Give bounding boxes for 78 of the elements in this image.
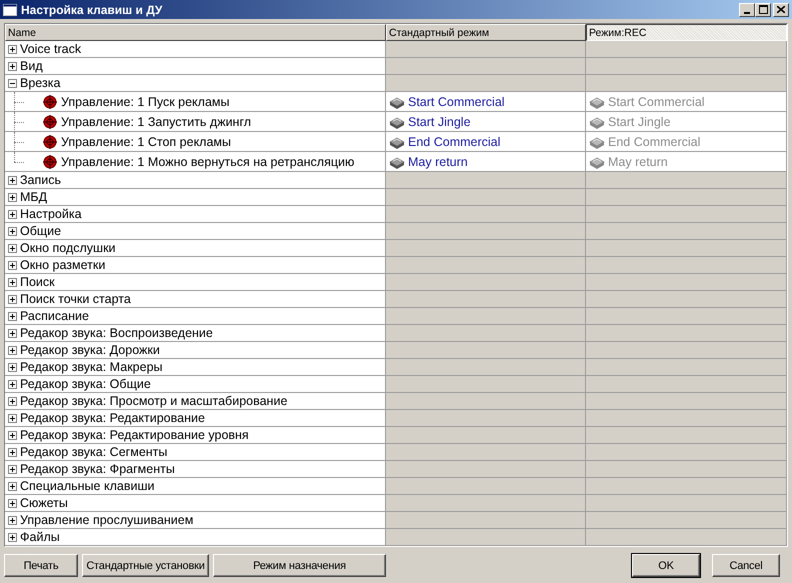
tree-item[interactable]: Voice track (20, 42, 82, 56)
expand-icon[interactable] (8, 380, 17, 388)
tree-item[interactable]: Окно подслушки (20, 241, 116, 255)
tree-item[interactable]: МБД (20, 190, 48, 204)
expand-icon[interactable] (8, 260, 17, 270)
expand-icon[interactable] (8, 448, 17, 456)
expand-icon[interactable] (8, 294, 17, 304)
key-assignment[interactable]: Start Commercial (408, 94, 505, 108)
tree-item[interactable]: Редакор звука: Просмотр и масштабирование (20, 394, 288, 408)
expand-icon[interactable] (8, 62, 17, 70)
maximize-button[interactable] (755, 2, 771, 16)
expand-icon[interactable] (8, 498, 17, 508)
collapse-icon[interactable] (8, 78, 17, 88)
expand-icon[interactable] (8, 278, 17, 286)
key-assignment[interactable]: Start Jingle (408, 114, 471, 128)
expand-icon[interactable] (8, 362, 17, 372)
expand-icon[interactable] (8, 532, 17, 542)
window-icon (3, 4, 17, 16)
expand-icon[interactable] (8, 346, 17, 354)
expand-icon[interactable] (8, 328, 17, 338)
tree-item[interactable]: Управление: 1 Стоп рекламы (61, 134, 232, 148)
tree-item[interactable]: Редакор звука: Фрагменты (20, 462, 175, 476)
close-button[interactable] (773, 2, 789, 16)
dialog-button[interactable]: Стандартные установки (82, 554, 209, 577)
expand-icon[interactable] (8, 210, 17, 218)
column-header[interactable]: Name (5, 24, 386, 41)
expand-icon[interactable] (8, 244, 17, 252)
tree-item[interactable]: Редакор звука: Общие (20, 377, 151, 391)
tree-item[interactable]: Редакор звука: Редактирование уровня (20, 428, 249, 442)
tree-item[interactable]: Управление: 1 Запустить джингл (61, 114, 252, 128)
tree-item[interactable]: Редакор звука: Редактирование (20, 411, 205, 425)
tree-item[interactable]: Редакор звука: Воспроизведение (20, 326, 213, 340)
tree-item[interactable]: Управление: 1 Пуск рекламы (61, 94, 230, 108)
tree-item[interactable]: Настройка (20, 207, 82, 221)
column-header[interactable]: Режим:REC (586, 24, 787, 41)
target-icon (43, 134, 57, 148)
maximize-icon (758, 5, 768, 14)
tree-item[interactable]: Сюжеты (20, 496, 68, 510)
target-icon (43, 94, 57, 108)
tree-item[interactable]: Общие (20, 224, 62, 238)
tree-item[interactable]: Запись (20, 173, 62, 187)
expand-icon[interactable] (8, 226, 17, 236)
tree-item[interactable]: Редакор звука: Макреры (20, 360, 162, 374)
key-assignment[interactable]: End Commercial (408, 134, 500, 148)
target-icon (43, 114, 57, 128)
target-icon (43, 154, 57, 168)
tree-item[interactable]: Специальные клавиши (20, 479, 154, 493)
window-title: Настройка клавиш и ДУ (21, 2, 164, 16)
minimize-button[interactable] (739, 2, 755, 16)
expand-icon[interactable] (8, 516, 17, 524)
tree-item[interactable]: Редакор звука: Дорожки (20, 343, 160, 357)
dialog-button[interactable]: Cancel (712, 554, 780, 577)
expand-icon[interactable] (8, 192, 17, 202)
tree-item[interactable]: Редакор звука: Сегменты (20, 445, 168, 459)
expand-icon[interactable] (8, 430, 17, 440)
expand-icon[interactable] (8, 44, 17, 54)
tree-item[interactable]: Вид (20, 59, 43, 73)
close-icon (777, 6, 785, 13)
expand-icon[interactable] (8, 482, 17, 490)
minimize-icon (744, 12, 750, 14)
tree-item[interactable]: Управление: 1 Можно вернуться на ретрансляцию (61, 154, 354, 168)
expand-icon[interactable] (8, 312, 17, 320)
tree-item[interactable]: Поиск точки старта (20, 292, 131, 306)
dialog-button[interactable]: Режим назначения (213, 554, 386, 577)
column-header[interactable]: Стандартный режим (386, 24, 586, 41)
tree-item[interactable]: Поиск (20, 275, 55, 289)
expand-icon[interactable] (8, 464, 17, 474)
tree-item[interactable]: Врезка (20, 76, 60, 90)
tree-item[interactable]: Расписание (20, 309, 89, 323)
tree-item[interactable]: Окно разметки (20, 258, 106, 272)
expand-icon[interactable] (8, 176, 17, 184)
tree-item[interactable]: Управление прослушиванием (20, 513, 194, 527)
expand-icon[interactable] (8, 414, 17, 422)
expand-icon[interactable] (8, 396, 17, 406)
dialog-button[interactable]: Печать (4, 554, 78, 577)
key-assignment[interactable]: May return (408, 154, 468, 168)
tree-item[interactable]: Файлы (20, 530, 60, 544)
dialog-button[interactable]: OK (632, 554, 700, 577)
